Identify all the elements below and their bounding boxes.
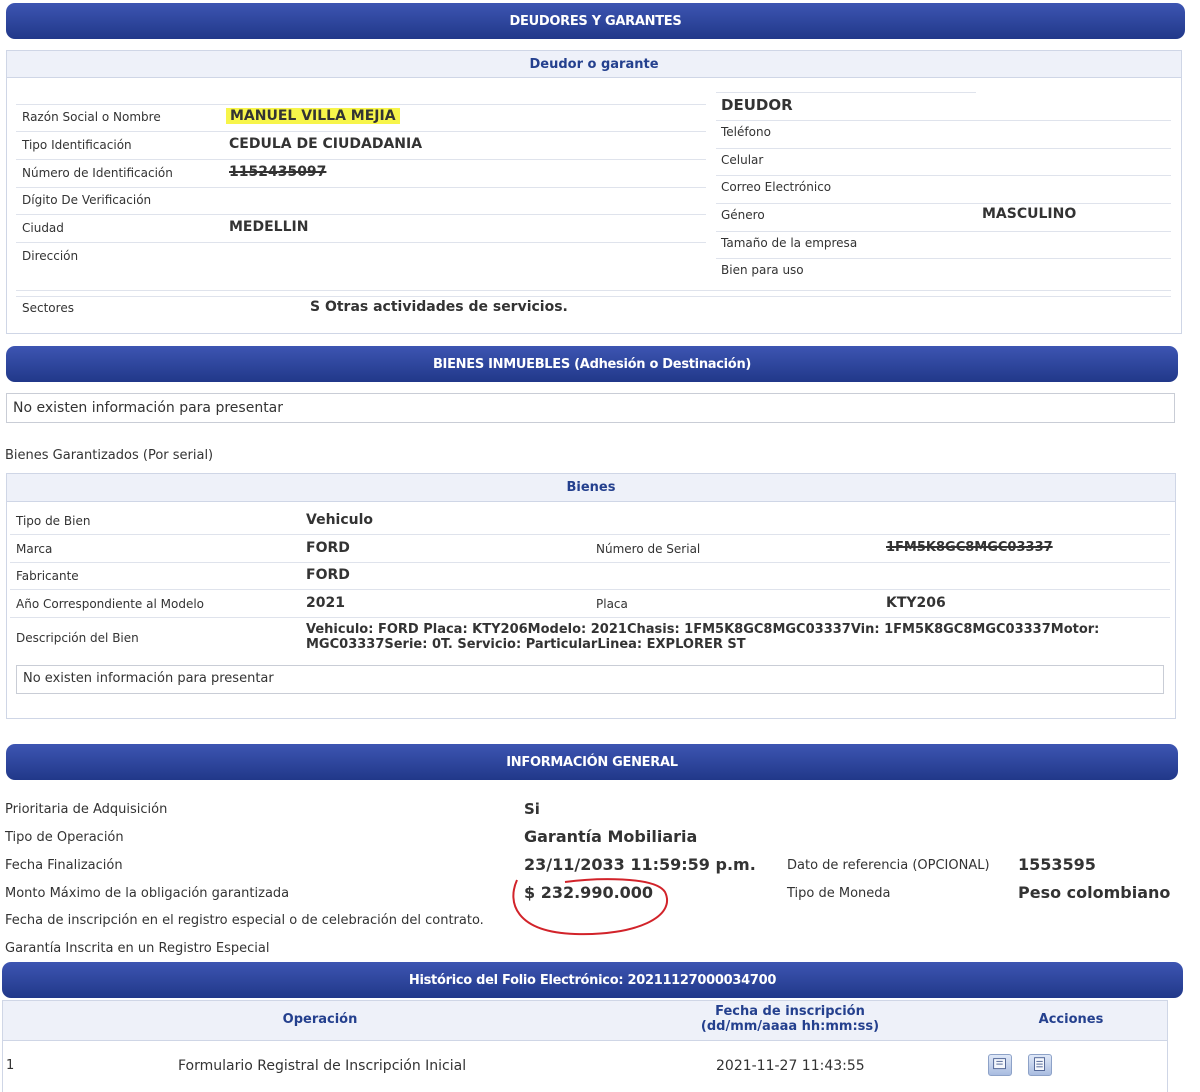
- prioritaria-value: Si: [524, 800, 540, 818]
- descripcion-label: Descripción del Bien: [16, 631, 139, 645]
- inmuebles-no-data: No existen información para presentar: [6, 393, 1175, 423]
- correo-label: Correo Electrónico: [721, 180, 832, 194]
- print-document-icon[interactable]: [1028, 1054, 1052, 1076]
- anio-modelo-label: Año Correspondiente al Modelo: [16, 597, 204, 611]
- historico-header-bar: Histórico del Folio Electrónico: 2021112…: [2, 962, 1183, 998]
- marca-value: FORD: [306, 540, 350, 556]
- placa-value: KTY206: [886, 595, 946, 611]
- col-fecha-header-2: (dd/mm/aaaa hh:mm:ss): [700, 1019, 880, 1034]
- row-fecha: 2021-11-27 11:43:55: [716, 1058, 865, 1074]
- row-number: 1: [6, 1058, 15, 1073]
- bienes-subheader: Bienes: [7, 474, 1175, 502]
- fabricante-value: FORD: [306, 567, 350, 583]
- numero-identificacion-label: Número de Identificación: [22, 166, 173, 180]
- deudor-role: DEUDOR: [721, 96, 793, 114]
- deudor-panel: Deudor o garante: [6, 50, 1182, 334]
- descripcion-line-2: MGC03337Serie: 0T. Servicio: ParticularL…: [306, 637, 746, 652]
- col-fecha-header-1: Fecha de inscripción: [715, 1004, 865, 1019]
- marca-label: Marca: [16, 542, 53, 556]
- inmuebles-header-bar: BIENES INMUEBLES (Adhesión o Destinación…: [6, 346, 1178, 382]
- bienes-no-data: No existen información para presentar: [16, 665, 1164, 694]
- razon-social-label: Razón Social o Nombre: [22, 110, 161, 124]
- tipo-bien-value: Vehiculo: [306, 512, 374, 528]
- monto-maximo-label: Monto Máximo de la obligación garantizad…: [5, 886, 290, 901]
- celular-label: Celular: [721, 153, 764, 167]
- tamano-empresa-label: Tamaño de la empresa: [721, 236, 858, 250]
- serial-value: 1FM5K8GC8MGC03337: [886, 540, 1053, 555]
- fabricante-label: Fabricante: [16, 569, 79, 583]
- sectores-value: S Otras actividades de servicios.: [310, 299, 568, 315]
- sectores-label: Sectores: [22, 301, 74, 315]
- direccion-label: Dirección: [22, 249, 79, 263]
- tipo-moneda-value: Peso colombiano: [1018, 883, 1171, 902]
- genero-value: MASCULINO: [982, 206, 1077, 222]
- view-document-icon[interactable]: [988, 1054, 1012, 1076]
- tipo-operacion-value: Garantía Mobiliaria: [524, 827, 698, 846]
- placa-label: Placa: [596, 597, 628, 611]
- tipo-moneda-label: Tipo de Moneda: [787, 886, 891, 901]
- numero-identificacion-value: 1152435097: [229, 164, 327, 180]
- deudores-header-bar: DEUDORES Y GARANTES: [6, 3, 1185, 39]
- digito-verificacion-label: Dígito De Verificación: [22, 193, 152, 207]
- dato-referencia-value: 1553595: [1018, 855, 1096, 874]
- bien-uso-label: Bien para uso: [721, 263, 804, 277]
- deudor-subheader: Deudor o garante: [7, 51, 1181, 78]
- razon-social-value: MANUEL VILLA MEJIA: [226, 108, 400, 124]
- fecha-finalizacion-label: Fecha Finalización: [5, 858, 123, 873]
- row-operacion: Formulario Registral de Inscripción Inic…: [178, 1058, 467, 1074]
- historico-table: [2, 1000, 1168, 1092]
- fecha-inscripcion-label: Fecha de inscripción en el registro espe…: [5, 913, 484, 928]
- serial-label: Número de Serial: [596, 542, 701, 556]
- col-acciones-header: Acciones: [1038, 1012, 1104, 1027]
- bienes-garantizados-label: Bienes Garantizados (Por serial): [5, 448, 214, 463]
- prioritaria-label: Prioritaria de Adquisición: [5, 802, 168, 817]
- dato-referencia-label: Dato de referencia (OPCIONAL): [787, 858, 990, 873]
- tipo-operacion-label: Tipo de Operación: [5, 830, 124, 845]
- ciudad-value: MEDELLIN: [229, 219, 309, 235]
- tipo-identificacion-label: Tipo Identificación: [22, 138, 132, 152]
- genero-label: Género: [721, 208, 765, 222]
- ciudad-label: Ciudad: [22, 221, 64, 235]
- telefono-label: Teléfono: [721, 125, 771, 139]
- tipo-bien-label: Tipo de Bien: [16, 514, 91, 528]
- general-header-bar: INFORMACIÓN GENERAL: [6, 744, 1178, 780]
- descripcion-line-1: Vehiculo: FORD Placa: KTY206Modelo: 2021…: [306, 622, 1100, 637]
- anio-modelo-value: 2021: [306, 595, 345, 611]
- garantia-registro-label: Garantía Inscrita en un Registro Especia…: [5, 941, 270, 956]
- col-operacion-header: Operación: [282, 1012, 358, 1027]
- red-circle-annotation: [512, 878, 668, 936]
- tipo-identificacion-value: CEDULA DE CIUDADANIA: [229, 136, 423, 152]
